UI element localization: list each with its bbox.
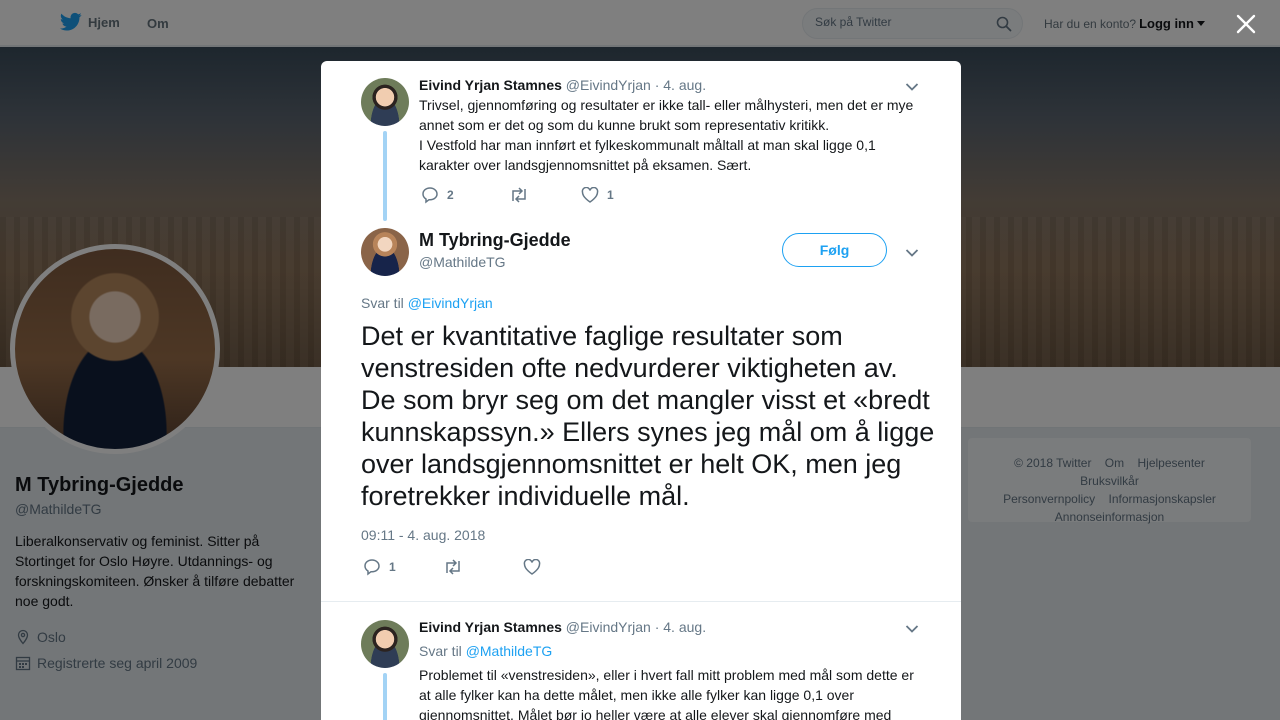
reply-author-handle[interactable]: @EivindYrjan: [566, 619, 651, 635]
heart-icon: [523, 559, 541, 575]
main-tweet-actions: 1: [363, 558, 541, 576]
main-author-handle[interactable]: @MathildeTG: [419, 254, 506, 270]
reply-tweet-header: Eivind Yrjan Stamnes @EivindYrjan · 4. a…: [419, 619, 706, 635]
like-button[interactable]: 1: [581, 187, 614, 203]
parent-tweet-paragraph: Trivsel, gjennomføring og resultater er …: [419, 97, 914, 133]
thread-connector-line: [383, 131, 387, 221]
parent-tweet-text: Trivsel, gjennomføring og resultater er …: [419, 95, 919, 175]
main-reply-context: Svar til @EivindYrjan: [361, 295, 493, 311]
heart-icon: [581, 187, 599, 203]
retweet-button[interactable]: [509, 187, 581, 203]
parent-author-name[interactable]: Eivind Yrjan Stamnes: [419, 77, 562, 93]
like-button[interactable]: [523, 559, 541, 575]
reply-to-link[interactable]: @EivindYrjan: [408, 295, 493, 311]
parent-tweet-actions: 2 1: [421, 186, 614, 204]
reply-prefix: Svar til: [361, 295, 404, 311]
retweet-icon: [512, 187, 526, 203]
parent-tweet-paragraph: I Vestfold har man innført et fylkeskomm…: [419, 137, 876, 173]
reply-author-name[interactable]: Eivind Yrjan Stamnes: [419, 619, 562, 635]
like-count: 1: [607, 188, 614, 202]
parent-tweet-header: Eivind Yrjan Stamnes @EivindYrjan · 4. a…: [419, 77, 706, 93]
reply-count: 2: [447, 188, 454, 202]
follow-button[interactable]: Følg: [782, 233, 887, 267]
chevron-down-icon[interactable]: [905, 621, 919, 639]
tweet-modal: Eivind Yrjan Stamnes @EivindYrjan · 4. a…: [321, 61, 961, 720]
reply-icon: [364, 559, 380, 576]
retweet-icon: [446, 559, 460, 575]
reply-tweet-text: Problemet til «venstresiden», eller i hv…: [419, 667, 914, 720]
main-tweet-text: Det er kvantitative faglige resultater s…: [361, 321, 935, 511]
reply-prefix: Svar til: [419, 643, 462, 659]
reply-to-link[interactable]: @MathildeTG: [466, 643, 553, 659]
avatar[interactable]: [361, 78, 409, 126]
parent-tweet-date[interactable]: · 4. aug.: [655, 77, 706, 93]
avatar[interactable]: [361, 228, 409, 276]
reply-tweet-context: Svar til @MathildeTG: [419, 643, 552, 659]
reply-count: 1: [389, 560, 396, 574]
close-icon[interactable]: [1236, 14, 1256, 34]
reply-icon: [422, 187, 438, 204]
reply-button[interactable]: 1: [363, 558, 443, 576]
chevron-down-icon[interactable]: [905, 245, 919, 263]
reply-tweet-date[interactable]: · 4. aug.: [655, 619, 706, 635]
main-author-name[interactable]: M Tybring-Gjedde: [419, 230, 571, 251]
retweet-button[interactable]: [443, 559, 523, 575]
thread-connector-line: [383, 673, 387, 720]
parent-author-handle[interactable]: @EivindYrjan: [566, 77, 651, 93]
main-tweet-timestamp[interactable]: 09:11 - 4. aug. 2018: [361, 527, 485, 543]
reply-button[interactable]: 2: [421, 186, 509, 204]
tweet-divider: [321, 601, 961, 602]
avatar[interactable]: [361, 620, 409, 668]
